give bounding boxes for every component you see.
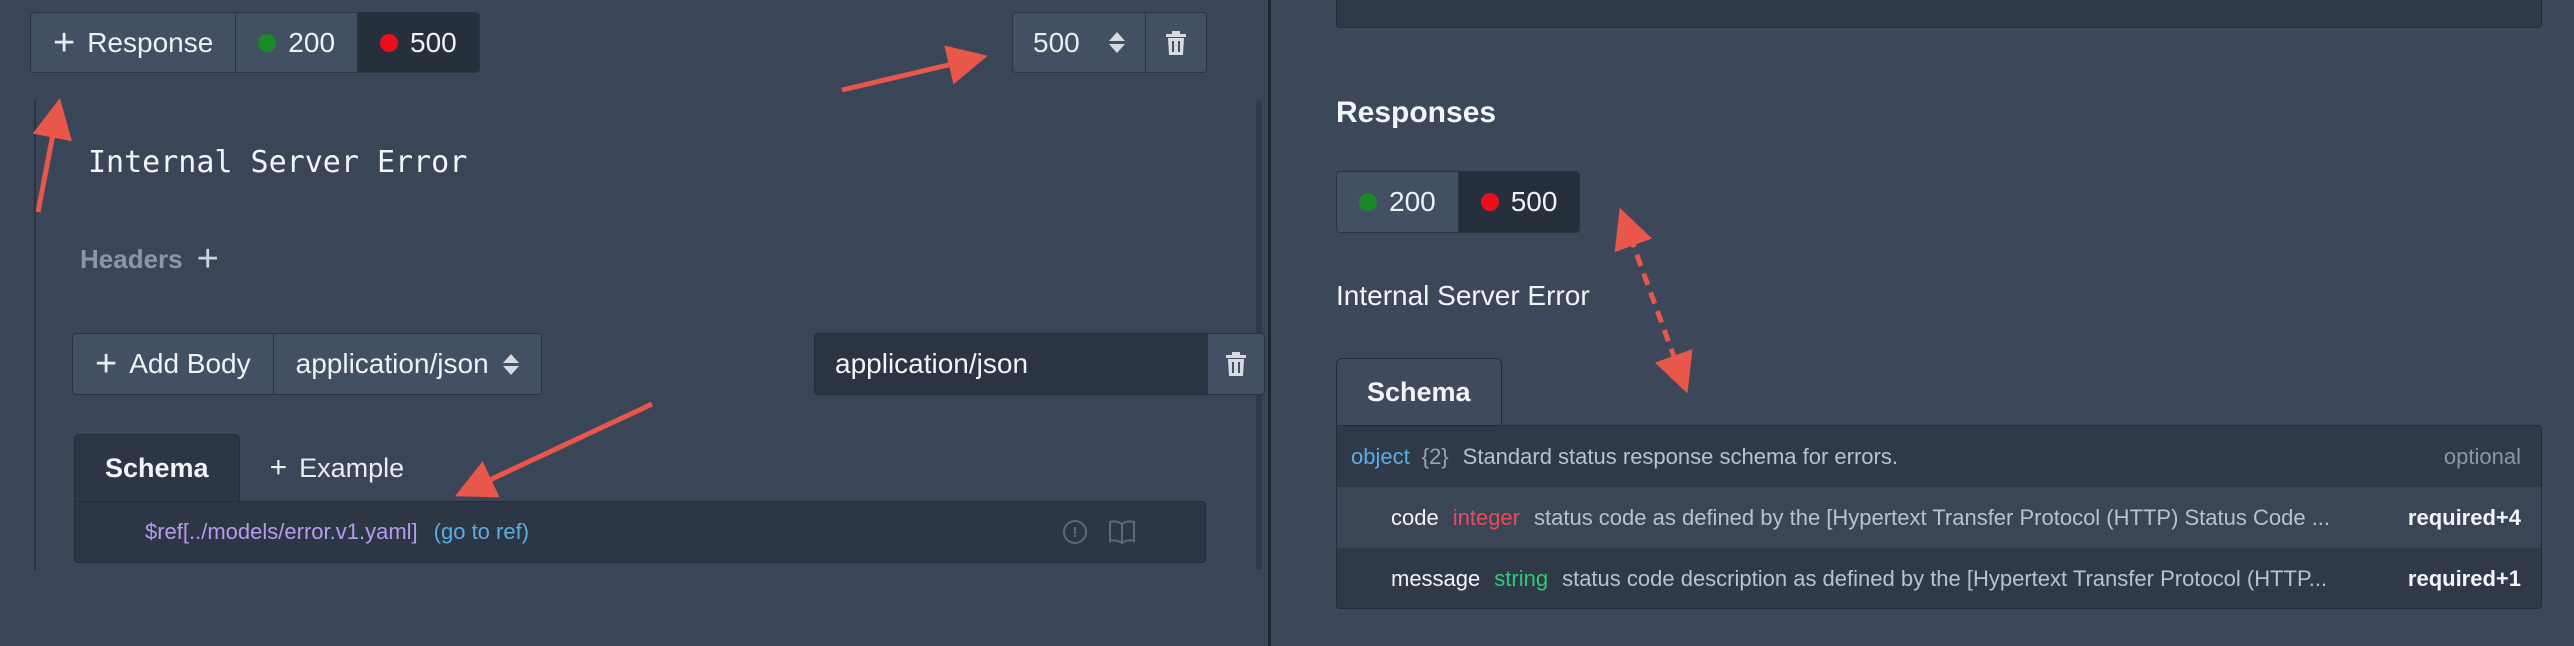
status-dot-icon (1359, 193, 1377, 211)
book-icon[interactable] (1109, 520, 1135, 544)
body-content-type-value: application/json (295, 348, 489, 379)
delete-response-button[interactable] (1145, 12, 1207, 73)
trash-icon (1166, 30, 1186, 55)
body-button-group: + Add Body application/json (72, 333, 542, 395)
schema-row-code[interactable]: code integer status code as defined by t… (1337, 487, 2541, 548)
trash-icon (1226, 352, 1246, 376)
preview-top-box (1336, 0, 2542, 28)
status-code-select[interactable]: 500 (1012, 12, 1146, 73)
property-type: integer (1452, 504, 1520, 530)
select-arrows-icon (502, 353, 519, 375)
schema-description: Standard status response schema for erro… (1462, 443, 1898, 469)
schema-badge: optional (2443, 443, 2521, 469)
ref-actions: ! (1063, 520, 1135, 544)
property-name: code (1391, 504, 1439, 530)
response-code-label: 500 (410, 26, 457, 58)
schema-type: object (1351, 443, 1410, 469)
go-to-ref-link[interactable]: (go to ref) (434, 519, 529, 545)
property-description: status code as defined by the [Hypertext… (1534, 504, 2331, 530)
property-name: message (1391, 565, 1481, 591)
delete-body-button[interactable] (1207, 333, 1265, 395)
status-dot-icon (258, 33, 277, 52)
status-dot-icon (1480, 193, 1499, 211)
response-button-group: + Response 200 500 (30, 12, 480, 73)
add-body-button[interactable]: + Add Body (73, 334, 274, 394)
preview-tab-200[interactable]: 200 (1337, 172, 1459, 232)
tab-example-label: Example (299, 452, 405, 483)
select-arrows-icon (1109, 32, 1125, 53)
schema-ref-box: $ref[../models/error.v1.yaml] (go to ref… (74, 501, 1206, 563)
status-code-value: 500 (1033, 26, 1080, 58)
response-code-label: 200 (288, 26, 336, 58)
property-badge: required+1 (2407, 565, 2521, 591)
plus-icon: + (95, 343, 118, 385)
ref-path[interactable]: $ref[../models/error.v1.yaml] (145, 519, 418, 545)
response-rail (34, 100, 36, 570)
info-icon[interactable]: ! (1063, 520, 1087, 544)
responses-title: Responses (1336, 96, 1497, 129)
plus-icon: + (269, 451, 288, 484)
response-tab-200[interactable]: 200 (236, 13, 359, 72)
response-code-label: 200 (1389, 186, 1436, 217)
add-header-plus-icon[interactable]: + (197, 240, 219, 278)
schema-row-root[interactable]: object {2} Standard status response sche… (1337, 426, 2541, 487)
add-response-button[interactable]: + Response (31, 13, 237, 72)
response-description[interactable]: Internal Server Error (88, 145, 467, 180)
preview-tab-500[interactable]: 500 (1458, 172, 1580, 232)
response-tab-500[interactable]: 500 (358, 13, 479, 72)
tab-schema[interactable]: Schema (74, 434, 240, 502)
property-type: string (1494, 565, 1549, 591)
preview-response-tabs: 200 500 (1336, 171, 1581, 233)
mime-type-value: application/json (835, 348, 1029, 379)
tab-example[interactable]: + Example (240, 434, 435, 502)
mime-type-input[interactable]: application/json (814, 333, 1208, 395)
schema-row-message[interactable]: message string status code description a… (1337, 548, 2541, 608)
property-description: status code description as defined by th… (1562, 565, 2328, 591)
property-badge: required+4 (2407, 504, 2521, 530)
schema-property-count: {2} (1421, 443, 1449, 469)
body-tabs: Schema + Example (74, 434, 434, 502)
plus-icon: + (53, 21, 76, 64)
add-body-label: Add Body (129, 348, 251, 379)
add-response-label: Response (87, 26, 214, 58)
headers-section: Headers + (80, 240, 219, 278)
body-content-type-select[interactable]: application/json (273, 334, 541, 394)
schema-table: object {2} Standard status response sche… (1336, 425, 2542, 609)
response-code-label: 500 (1510, 186, 1558, 217)
preview-tab-schema[interactable]: Schema (1336, 358, 1502, 426)
preview-description: Internal Server Error (1336, 280, 1590, 311)
headers-label: Headers (80, 243, 183, 274)
status-dot-icon (380, 33, 399, 52)
